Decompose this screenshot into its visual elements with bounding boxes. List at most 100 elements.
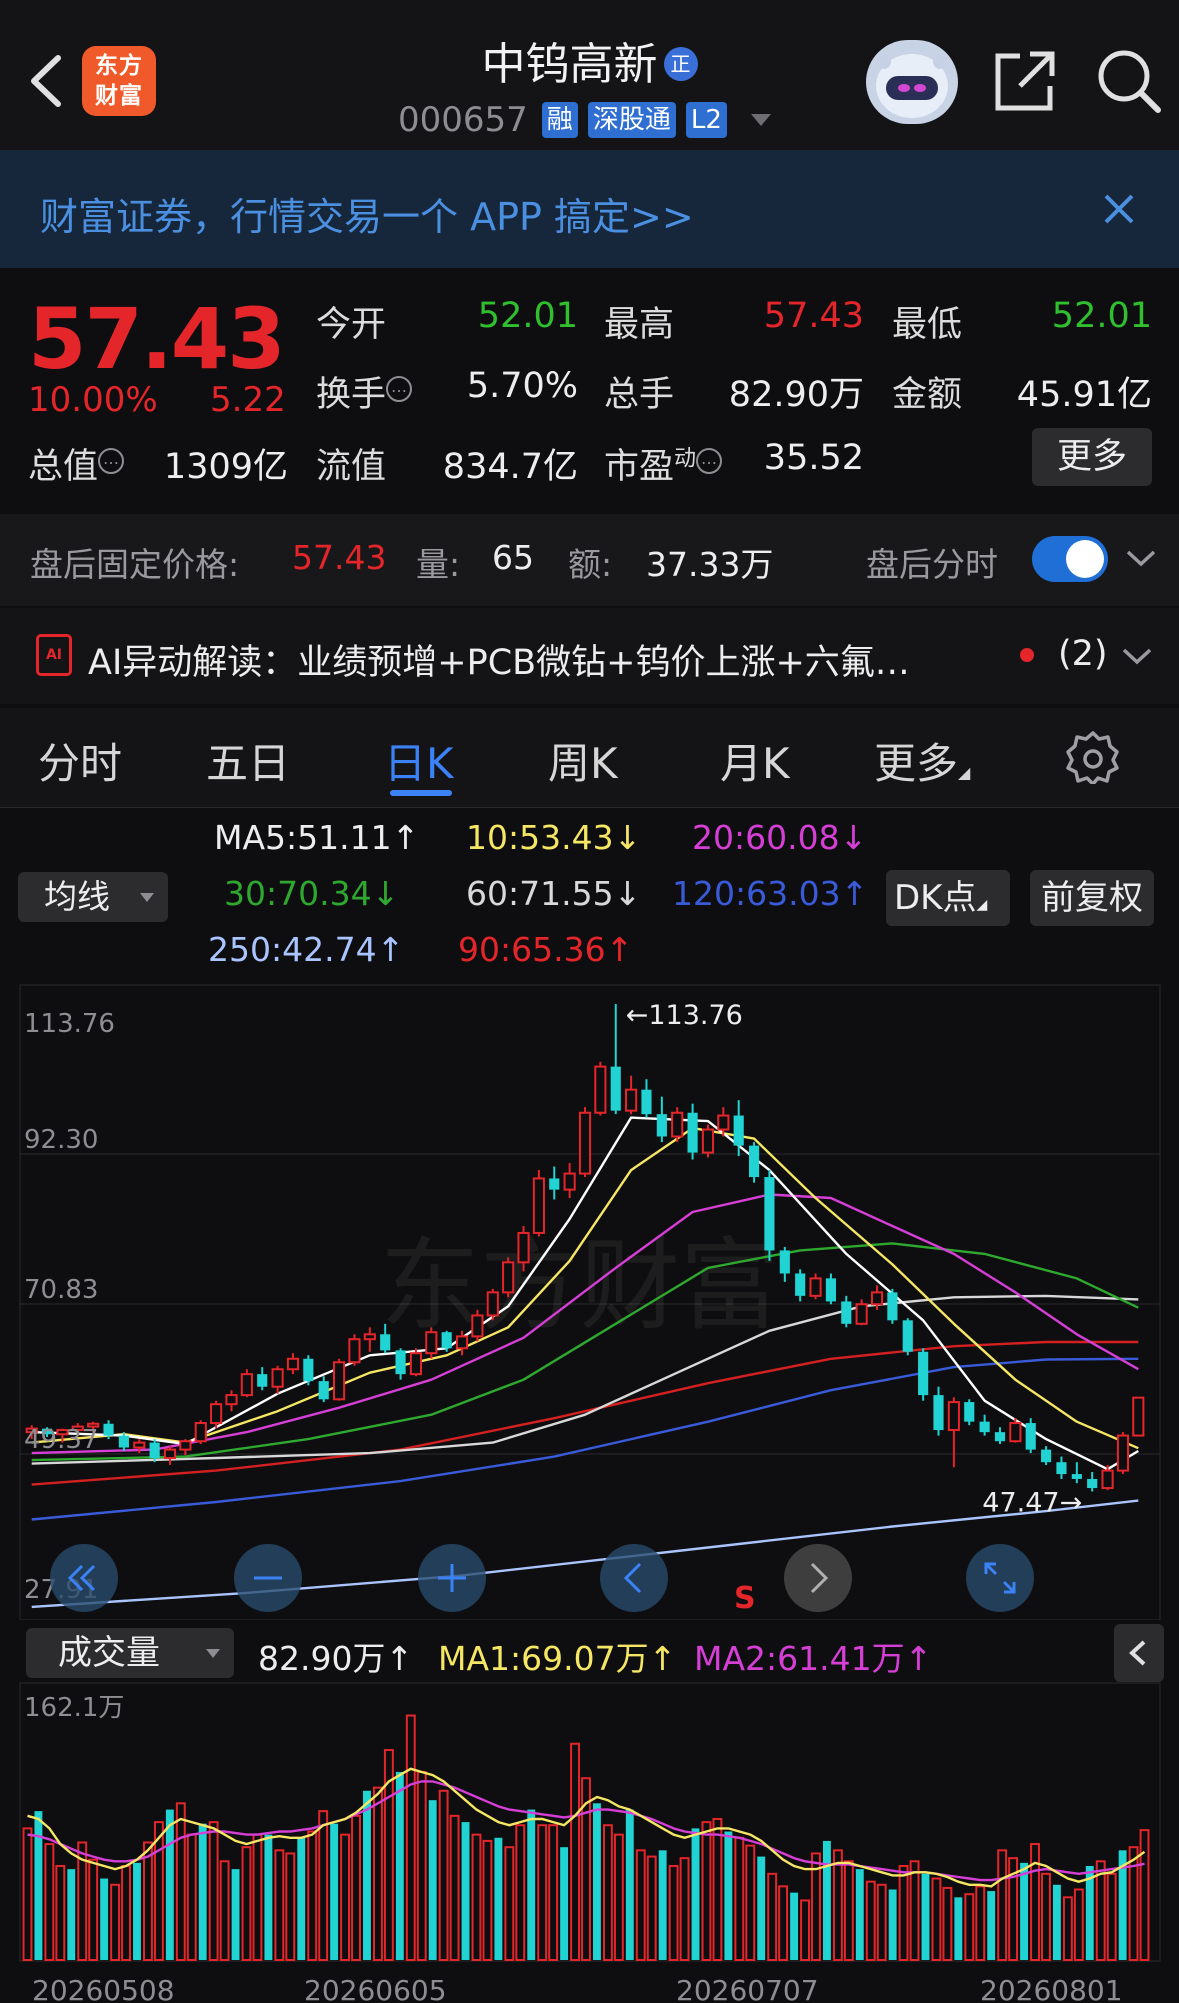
tab-intraday[interactable]: 分时	[38, 730, 122, 791]
more-quote-button[interactable]: 更多	[1032, 428, 1152, 486]
stock-code-row[interactable]: 000657 融 深股通 L2	[398, 98, 771, 142]
candle	[947, 1397, 960, 1468]
candle-body-down	[441, 1332, 452, 1349]
candle-body-up	[717, 1114, 730, 1131]
gear-icon[interactable]	[1066, 730, 1120, 784]
high-value: 57.43	[763, 296, 864, 336]
candle	[964, 1399, 975, 1426]
volume-bar-down	[658, 1850, 667, 1960]
adjust-button[interactable]: 前复权	[1030, 870, 1154, 926]
volume-bar-down	[888, 1889, 897, 1960]
volume-bar-up	[515, 1824, 526, 1961]
candlestick-chart[interactable]: 东方财富 113.7692.3070.8349.3727.91←113.7647…	[0, 980, 1179, 1620]
scroll-right-button[interactable]	[784, 1544, 852, 1612]
scroll-left-fast-button[interactable]	[50, 1544, 118, 1612]
ai-analysis-text[interactable]: AI异动解读：业绩预增+PCB微钻+钨价上涨+六氟…	[88, 634, 910, 685]
candle-body-down	[795, 1273, 806, 1296]
robot-avatar[interactable]	[866, 40, 958, 124]
volume-bar-up	[832, 1849, 843, 1961]
chevron-left-icon	[623, 1562, 642, 1594]
robot-icon	[876, 54, 948, 118]
candle	[486, 1288, 499, 1321]
volume-bar-up	[942, 1886, 953, 1961]
sell-signal: S	[734, 1581, 756, 1616]
candle	[1087, 1471, 1098, 1492]
info-icon[interactable]: …	[386, 376, 413, 402]
candle-body-down	[825, 1278, 836, 1302]
chevron-down-icon[interactable]	[750, 114, 771, 126]
candle	[502, 1257, 515, 1298]
candle-body-up	[625, 1088, 638, 1112]
change-amount: 5.22	[210, 380, 286, 420]
volume-bar-up	[340, 1833, 351, 1961]
candle-body-up	[163, 1448, 177, 1460]
candle-body-up	[532, 1177, 545, 1234]
double-chevron-left-icon	[67, 1564, 96, 1592]
float-value: 834.7亿	[442, 447, 578, 487]
volume-indicator-select[interactable]: 成交量	[26, 1628, 234, 1678]
tab-monthly-k[interactable]: 月K	[720, 730, 790, 791]
tag-margin: 融	[541, 102, 578, 138]
volume-bar-up	[602, 1824, 613, 1961]
volume-chart[interactable]: 162.1万 20260508 20260605 20260707 20260801	[0, 1682, 1179, 2003]
plus-icon	[438, 1564, 466, 1592]
tab-five-day[interactable]: 五日	[206, 730, 290, 791]
open-value: 52.01	[477, 296, 578, 336]
y-tick-label: 113.76	[24, 1009, 115, 1039]
volume-bar-up	[1073, 1888, 1084, 1961]
candle	[163, 1446, 177, 1465]
candle-body-down	[994, 1432, 1006, 1442]
mktcap-label[interactable]: 总值…	[28, 438, 125, 489]
candle-body-up	[809, 1277, 822, 1297]
volume-bar-down	[165, 1809, 174, 1960]
y-tick-label: 70.83	[24, 1275, 98, 1305]
candle	[1056, 1456, 1067, 1479]
share-icon[interactable]	[990, 48, 1060, 114]
volume-bar-up	[153, 1821, 164, 1962]
close-icon[interactable]	[1100, 190, 1138, 228]
tag-level2: L2	[685, 102, 727, 138]
dk-point-button[interactable]: DK点◢	[886, 870, 1010, 926]
turnover-label[interactable]: 换手…	[316, 366, 413, 417]
tab-weekly-k[interactable]: 周K	[548, 730, 618, 791]
info-icon[interactable]: …	[696, 448, 723, 474]
candle-body-up	[133, 1441, 146, 1449]
fullscreen-button[interactable]	[966, 1544, 1034, 1612]
tab-more[interactable]: 更多◢	[874, 730, 970, 791]
candle	[194, 1420, 207, 1445]
volume-bar-up	[909, 1860, 920, 1962]
date-tick-label: 20260605	[304, 1974, 447, 2003]
pe-label[interactable]: 市盈动…	[604, 438, 723, 489]
scroll-left-button[interactable]	[600, 1544, 668, 1612]
volume-bar-down	[297, 1837, 306, 1960]
candle-body-down	[1041, 1449, 1052, 1463]
collapse-panel-button[interactable]	[1114, 1624, 1164, 1682]
chevron-down-icon[interactable]	[1120, 644, 1154, 668]
volume-bar-up	[121, 1864, 131, 1962]
promo-banner[interactable]: 财富证券，行情交易一个 APP 搞定>>	[0, 150, 1179, 268]
zoom-out-button[interactable]	[234, 1544, 302, 1612]
zoom-in-button[interactable]	[418, 1544, 486, 1612]
volume-bar-down	[822, 1840, 831, 1960]
candle-body-up	[486, 1291, 499, 1317]
candle-body-up	[578, 1111, 592, 1175]
candle	[687, 1103, 698, 1160]
candle	[887, 1288, 898, 1324]
info-icon[interactable]: …	[98, 448, 125, 474]
candle	[701, 1124, 715, 1158]
tab-daily-k[interactable]: 日K	[384, 730, 454, 791]
chevron-down-icon	[206, 1649, 220, 1658]
volume-bar-down	[231, 1869, 240, 1960]
indicator-select[interactable]: 均线	[18, 872, 168, 922]
banner-text[interactable]: 财富证券，行情交易一个 APP 搞定>>	[40, 186, 694, 241]
candle-body-down	[964, 1402, 975, 1422]
chevron-down-icon[interactable]	[1124, 546, 1158, 570]
minus-icon	[254, 1576, 282, 1580]
active-tab-indicator	[390, 790, 452, 796]
search-icon[interactable]	[1094, 46, 1164, 116]
ma90-legend: 90:65.36↑	[458, 930, 634, 969]
volume-bar-down	[198, 1823, 207, 1960]
volume-bar-up	[438, 1789, 449, 1961]
candle-body-up	[286, 1357, 300, 1371]
after-hours-toggle[interactable]	[1032, 536, 1108, 582]
